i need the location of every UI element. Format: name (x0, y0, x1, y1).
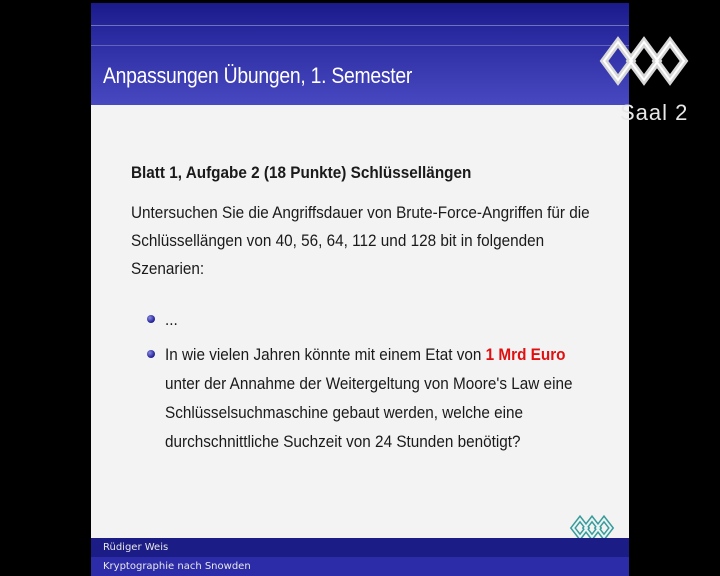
bullet-text: ... (165, 310, 178, 329)
bullet-item: In wie vielen Jahren könnte mit einem Et… (147, 340, 621, 456)
bullet-icon (147, 315, 155, 323)
budget-highlight: 1 Mrd Euro (485, 345, 566, 364)
slide-content: Blatt 1, Aufgabe 2 (18 Punkte) Schlüssel… (131, 163, 621, 462)
title-bar: Anpassungen Übungen, 1. Semester (91, 3, 629, 105)
footer-talk-title: Kryptographie nach Snowden (103, 561, 251, 572)
ccc-logo-icon (598, 28, 696, 98)
exercise-intro: Untersuchen Sie die Angriffsdauer von Br… (131, 203, 590, 278)
slide-footer: Rüdiger Weis Kryptographie nach Snowden (91, 538, 629, 576)
slide-title: Anpassungen Übungen, 1. Semester (103, 63, 413, 88)
channel-label: Saal 2 (620, 100, 689, 125)
bullet-item: ... (147, 305, 621, 334)
footer-author: Rüdiger Weis (103, 542, 169, 553)
bullet-text: In wie vielen Jahren könnte mit einem Et… (165, 345, 573, 451)
exercise-heading: Blatt 1, Aufgabe 2 (18 Punkte) Schlüssel… (131, 163, 472, 182)
bullet-icon (147, 350, 155, 358)
bullet-list: ... In wie vielen Jahren könnte mit eine… (147, 305, 621, 456)
presentation-slide: Anpassungen Übungen, 1. Semester Blatt 1… (91, 3, 629, 576)
